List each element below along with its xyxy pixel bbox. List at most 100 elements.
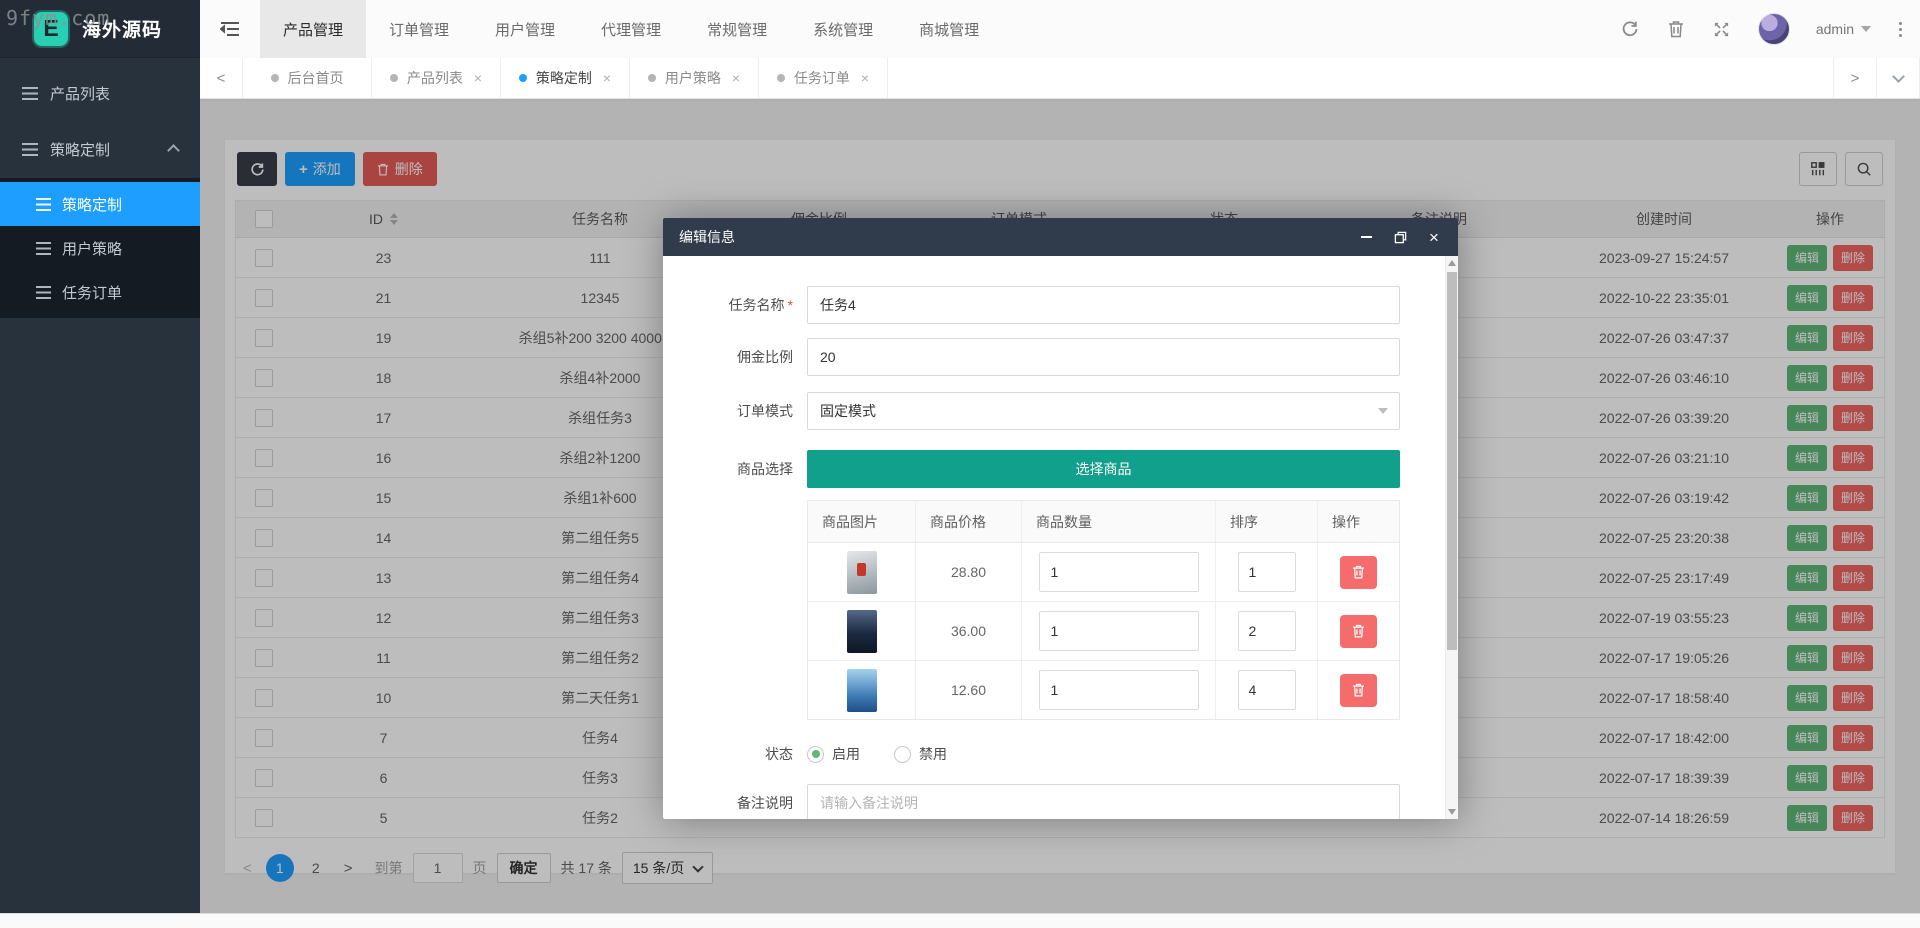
product-table-header: 商品图片商品价格商品数量排序操作 bbox=[808, 501, 1399, 543]
order-mode-label: 订单模式 bbox=[663, 401, 793, 421]
form-row-product-select: 商品选择 选择商品 bbox=[663, 450, 1400, 488]
radio-icon[interactable] bbox=[894, 746, 911, 763]
product-row: 12.60 bbox=[808, 661, 1399, 719]
topnav-item[interactable]: 系统管理 bbox=[790, 0, 896, 58]
topnav-item[interactable]: 订单管理 bbox=[366, 0, 472, 58]
order-mode-select[interactable] bbox=[807, 392, 1400, 430]
topnav-item[interactable]: 商城管理 bbox=[896, 0, 1002, 58]
sort-input[interactable] bbox=[1238, 552, 1296, 592]
tab-dot-icon bbox=[519, 74, 527, 82]
remove-product-button[interactable] bbox=[1340, 615, 1377, 648]
user-avatar[interactable] bbox=[1758, 13, 1790, 45]
product-header-cell: 商品价格 bbox=[916, 501, 1022, 542]
product-thumbnail bbox=[847, 551, 877, 594]
tab-dot-icon bbox=[390, 74, 398, 82]
tab-close-icon[interactable]: × bbox=[474, 71, 482, 85]
brand-name: 海外源码 bbox=[82, 15, 162, 42]
commission-input[interactable] bbox=[807, 338, 1400, 376]
top-header: 产品管理订单管理用户管理代理管理常规管理系统管理商城管理 bbox=[200, 0, 1920, 59]
dialog-scrollbar[interactable] bbox=[1445, 256, 1458, 819]
close-icon[interactable]: × bbox=[1426, 229, 1442, 245]
remark-label: 备注说明 bbox=[663, 793, 793, 813]
topnav-item[interactable]: 产品管理 bbox=[260, 0, 366, 58]
sort-input[interactable] bbox=[1238, 670, 1296, 710]
form-row-remark: 备注说明 bbox=[663, 784, 1400, 819]
choose-product-button[interactable]: 选择商品 bbox=[807, 450, 1400, 488]
tab-close-icon[interactable]: × bbox=[732, 71, 740, 85]
list-icon bbox=[36, 198, 51, 211]
task-name-input[interactable] bbox=[807, 286, 1400, 324]
remove-product-button[interactable] bbox=[1340, 556, 1377, 589]
status-radio-option[interactable]: 禁用 bbox=[894, 744, 947, 764]
sidebar-subitem[interactable]: 用户策略 bbox=[0, 226, 200, 270]
remark-input[interactable] bbox=[807, 784, 1400, 819]
product-thumbnail bbox=[847, 669, 877, 712]
scroll-up-icon[interactable] bbox=[1448, 260, 1456, 266]
form-row-status: 状态 启用禁用 bbox=[663, 744, 1400, 764]
sidebar-item-label: 产品列表 bbox=[50, 83, 110, 104]
menu-fold-icon[interactable] bbox=[200, 0, 260, 58]
scroll-down-icon[interactable] bbox=[1448, 809, 1456, 815]
tab-item[interactable]: 任务订单× bbox=[759, 58, 888, 98]
more-options-icon[interactable] bbox=[1897, 20, 1904, 39]
list-icon bbox=[36, 286, 51, 299]
sidebar-group-label: 策略定制 bbox=[50, 139, 110, 160]
product-image-cell bbox=[808, 602, 916, 660]
sidebar: E 海外源码 产品列表 策略定制 策略定制用户策略任务订单 bbox=[0, 0, 200, 913]
refresh-icon[interactable] bbox=[1620, 19, 1640, 39]
top-navigation: 产品管理订单管理用户管理代理管理常规管理系统管理商城管理 bbox=[260, 0, 1002, 58]
status-radio-option[interactable]: 启用 bbox=[807, 744, 860, 764]
horizontal-scrollbar[interactable] bbox=[0, 913, 1920, 928]
topnav-item[interactable]: 常规管理 bbox=[684, 0, 790, 58]
sidebar-subitem[interactable]: 策略定制 bbox=[0, 182, 200, 226]
product-sort-cell bbox=[1216, 543, 1318, 601]
fullscreen-icon[interactable] bbox=[1712, 19, 1732, 39]
sidebar-subitem[interactable]: 任务订单 bbox=[0, 270, 200, 314]
product-price-cell: 28.80 bbox=[916, 543, 1022, 601]
tab-close-icon[interactable]: × bbox=[861, 71, 869, 85]
trash-icon[interactable] bbox=[1666, 19, 1686, 39]
product-table-body: 28.8036.0012.60 bbox=[808, 543, 1399, 719]
topnav-item[interactable]: 用户管理 bbox=[472, 0, 578, 58]
product-image-cell bbox=[808, 661, 916, 719]
chevron-down-icon bbox=[1378, 408, 1388, 414]
dialog-title: 编辑信息 bbox=[679, 227, 735, 247]
sort-input[interactable] bbox=[1238, 611, 1296, 651]
tabs-menu-icon[interactable] bbox=[1876, 58, 1920, 98]
topnav-item[interactable]: 代理管理 bbox=[578, 0, 684, 58]
maximize-icon[interactable] bbox=[1392, 229, 1408, 245]
tab-close-icon[interactable]: × bbox=[603, 71, 611, 85]
product-row: 28.80 bbox=[808, 543, 1399, 602]
tab-item[interactable]: 产品列表× bbox=[372, 58, 501, 98]
quantity-input[interactable] bbox=[1039, 552, 1199, 592]
product-select-label: 商品选择 bbox=[663, 459, 793, 479]
sidebar-group-strategy[interactable]: 策略定制 bbox=[0, 126, 200, 172]
tab-label: 策略定制 bbox=[536, 68, 592, 88]
tab-item[interactable]: 后台首页 bbox=[243, 58, 372, 98]
radio-label: 禁用 bbox=[919, 744, 947, 764]
remove-product-button[interactable] bbox=[1340, 674, 1377, 707]
quantity-input[interactable] bbox=[1039, 670, 1199, 710]
sidebar-submenu: 策略定制用户策略任务订单 bbox=[0, 178, 200, 318]
radio-label: 启用 bbox=[832, 744, 860, 764]
minimize-icon[interactable] bbox=[1358, 229, 1374, 245]
topbar-actions: admin bbox=[1620, 0, 1920, 58]
user-menu[interactable]: admin bbox=[1816, 21, 1871, 37]
scrollbar-thumb[interactable] bbox=[1447, 272, 1457, 650]
quantity-input[interactable] bbox=[1039, 611, 1199, 651]
tab-dot-icon bbox=[648, 74, 656, 82]
tab-item[interactable]: 用户策略× bbox=[630, 58, 759, 98]
required-mark: * bbox=[788, 297, 793, 313]
product-sort-cell bbox=[1216, 661, 1318, 719]
product-header-cell: 商品图片 bbox=[808, 501, 916, 542]
tab-item[interactable]: 策略定制 × bbox=[501, 58, 630, 98]
tab-dot-icon bbox=[271, 74, 279, 82]
tabs-scroll-left-icon[interactable]: < bbox=[200, 58, 243, 98]
dialog-titlebar[interactable]: 编辑信息 × bbox=[663, 218, 1458, 256]
sidebar-item-product-list[interactable]: 产品列表 bbox=[0, 70, 200, 116]
tabs-scroll-right-icon[interactable]: > bbox=[1833, 58, 1876, 98]
radio-icon[interactable] bbox=[807, 746, 824, 763]
product-price-cell: 36.00 bbox=[916, 602, 1022, 660]
brand-logo[interactable]: E 海外源码 bbox=[0, 0, 200, 58]
brand-icon: E bbox=[34, 12, 68, 46]
